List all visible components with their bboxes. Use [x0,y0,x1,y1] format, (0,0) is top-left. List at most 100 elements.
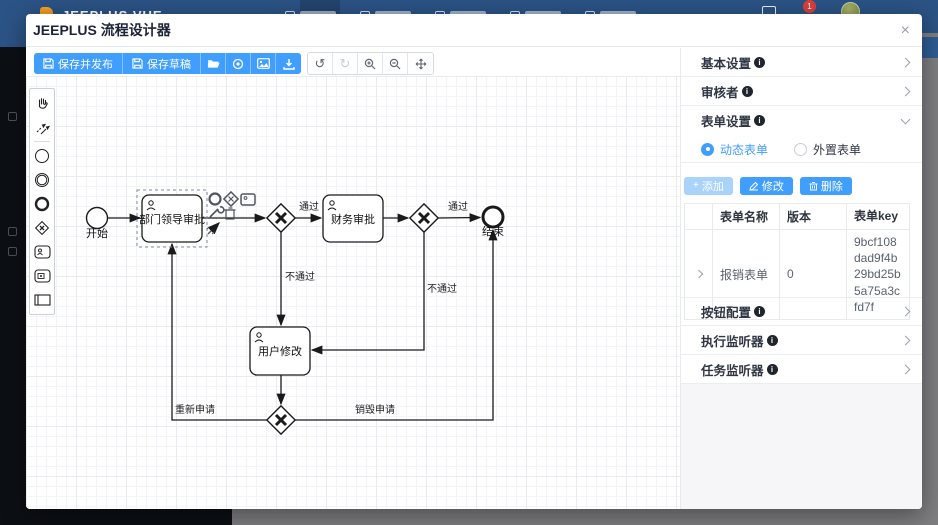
participant-icon [34,294,51,306]
move-icon [415,58,427,70]
save-icon [132,58,143,69]
hand-tool[interactable] [30,91,54,115]
edge-label-fail1: 不通过 [285,270,315,283]
reset-position-button[interactable] [408,53,433,74]
column-header-name: 表单名称 [713,204,780,229]
delete-label: 删除 [821,178,843,194]
section-task-listener[interactable]: 任务监听器 [681,355,922,384]
background-blue-button [920,37,938,58]
redo-button[interactable]: ↻ [333,53,358,74]
section-button-config[interactable]: 按钮配置 [681,297,922,326]
chevron-right-icon [901,86,911,96]
process-designer-dialog: JEEPLUS 流程设计器 × [26,14,922,509]
section-basic-settings[interactable]: 基本设置 [681,48,922,77]
palette-separator [34,141,50,142]
expand-column-header [685,204,713,229]
radio-external-label[interactable]: 外置表单 [813,141,861,158]
end-event-icon [34,196,50,212]
radio-dynamic-form[interactable] [701,143,714,156]
radio-dynamic-label[interactable]: 动态表单 [720,141,768,158]
palette-receive-task[interactable] [30,264,54,288]
flow-gw2-task3[interactable] [312,232,424,350]
undo-icon: ↺ [315,56,326,72]
end-event[interactable] [483,207,503,227]
save-publish-label: 保存并发布 [58,56,113,72]
flow-gw2-end[interactable] [438,218,480,219]
download-xml-button[interactable] [276,53,301,74]
contextpad-wrench-icon[interactable] [210,207,224,217]
contextpad-end-event-icon[interactable] [210,194,221,205]
user-task-icon [34,245,51,259]
exclusive-gateway-1[interactable] [267,204,295,232]
contextpad-connect-icon[interactable] [207,223,219,234]
edge-label-pass1: 通过 [299,200,319,213]
notification-badge[interactable]: 1 [803,0,816,13]
edge-label-pass2: 通过 [448,200,468,213]
contextpad-task-icon[interactable] [241,194,255,205]
bpmn-canvas[interactable]: 通过 通过 不通过 不通过 重新申请 销毁申请 开始 部门领导审批 [26,48,680,509]
exclusive-gateway-3[interactable] [267,406,295,434]
edit-label: 修改 [762,178,784,194]
add-form-button[interactable]: +添加 [684,177,733,195]
zoom-out-button[interactable] [383,53,408,74]
flow-gw3-end[interactable] [295,230,493,420]
edge-label-fail2: 不通过 [427,282,457,295]
chevron-right-icon [901,307,911,317]
close-icon[interactable]: × [901,14,910,47]
palette-start-event[interactable] [30,144,54,168]
sidebar-menu-icon [8,247,17,256]
section-form-settings[interactable]: 表单设置 [681,106,922,135]
section-label: 按钮配置 [701,302,751,321]
folder-open-icon [207,58,220,69]
palette-participant[interactable] [30,288,54,312]
exclusive-gateway-2[interactable] [410,204,438,232]
bpmn-diagram[interactable]: 通过 通过 不通过 不通过 重新申请 销毁申请 开始 部门领导审批 [26,48,680,509]
palette-intermediate-event[interactable] [30,168,54,192]
designer-toolbar: 保存并发布 保存草稿 ↺ [34,52,434,75]
view-tools-group: ↺ ↻ [307,52,434,75]
image-icon [257,58,270,69]
save-draft-button[interactable]: 保存草稿 [123,53,201,74]
zoom-in-icon [364,58,376,70]
contextpad-gateway-icon[interactable] [224,192,238,206]
add-label: 添加 [702,178,724,194]
zoom-out-icon [389,58,401,70]
global-connect-tool[interactable] [30,115,54,139]
save-publish-button[interactable]: 保存并发布 [34,53,123,74]
radio-external-form[interactable] [794,143,807,156]
section-reviewers[interactable]: 审核者 [681,77,922,106]
chevron-right-icon [901,335,911,345]
column-header-version: 版本 [780,204,847,229]
chevron-right-icon [901,364,911,374]
section-label: 基本设置 [701,53,751,72]
divider [681,162,922,163]
start-event[interactable] [87,208,108,229]
user-task-finance-approval[interactable]: 财务审批 [323,195,383,242]
form-table-actions: +添加 修改 删除 [684,177,852,195]
user-task-user-modify[interactable]: 用户修改 [250,327,310,375]
section-label: 审核者 [701,82,739,101]
edit-form-button[interactable]: 修改 [740,177,793,195]
properties-panel: 基本设置 审核者 表单设置 动态表单 外置表单 [680,48,922,509]
palette-exclusive-gateway[interactable] [30,216,54,240]
info-icon [742,86,753,97]
sidebar-menu-icon [8,112,17,121]
open-file-button[interactable] [201,53,226,74]
save-draft-label: 保存草稿 [147,56,191,72]
undo-button[interactable]: ↺ [308,53,333,74]
palette-end-event[interactable] [30,192,54,216]
section-execution-listener[interactable]: 执行监听器 [681,326,922,355]
section-label: 表单设置 [701,111,751,130]
fit-viewport-button[interactable] [226,53,251,74]
form-table-header: 表单名称 版本 表单key [685,204,909,230]
delete-form-button[interactable]: 删除 [800,177,852,195]
connect-arrows-icon [35,120,50,135]
export-image-button[interactable] [251,53,276,74]
section-label: 执行监听器 [701,331,764,350]
user-task-dept-approval[interactable]: 部门领导审批 [139,195,205,242]
intermediate-event-icon [34,172,50,188]
task-label: 用户修改 [258,344,302,358]
end-event-label: 结束 [482,225,504,238]
palette-user-task[interactable] [30,240,54,264]
zoom-in-button[interactable] [358,53,383,74]
